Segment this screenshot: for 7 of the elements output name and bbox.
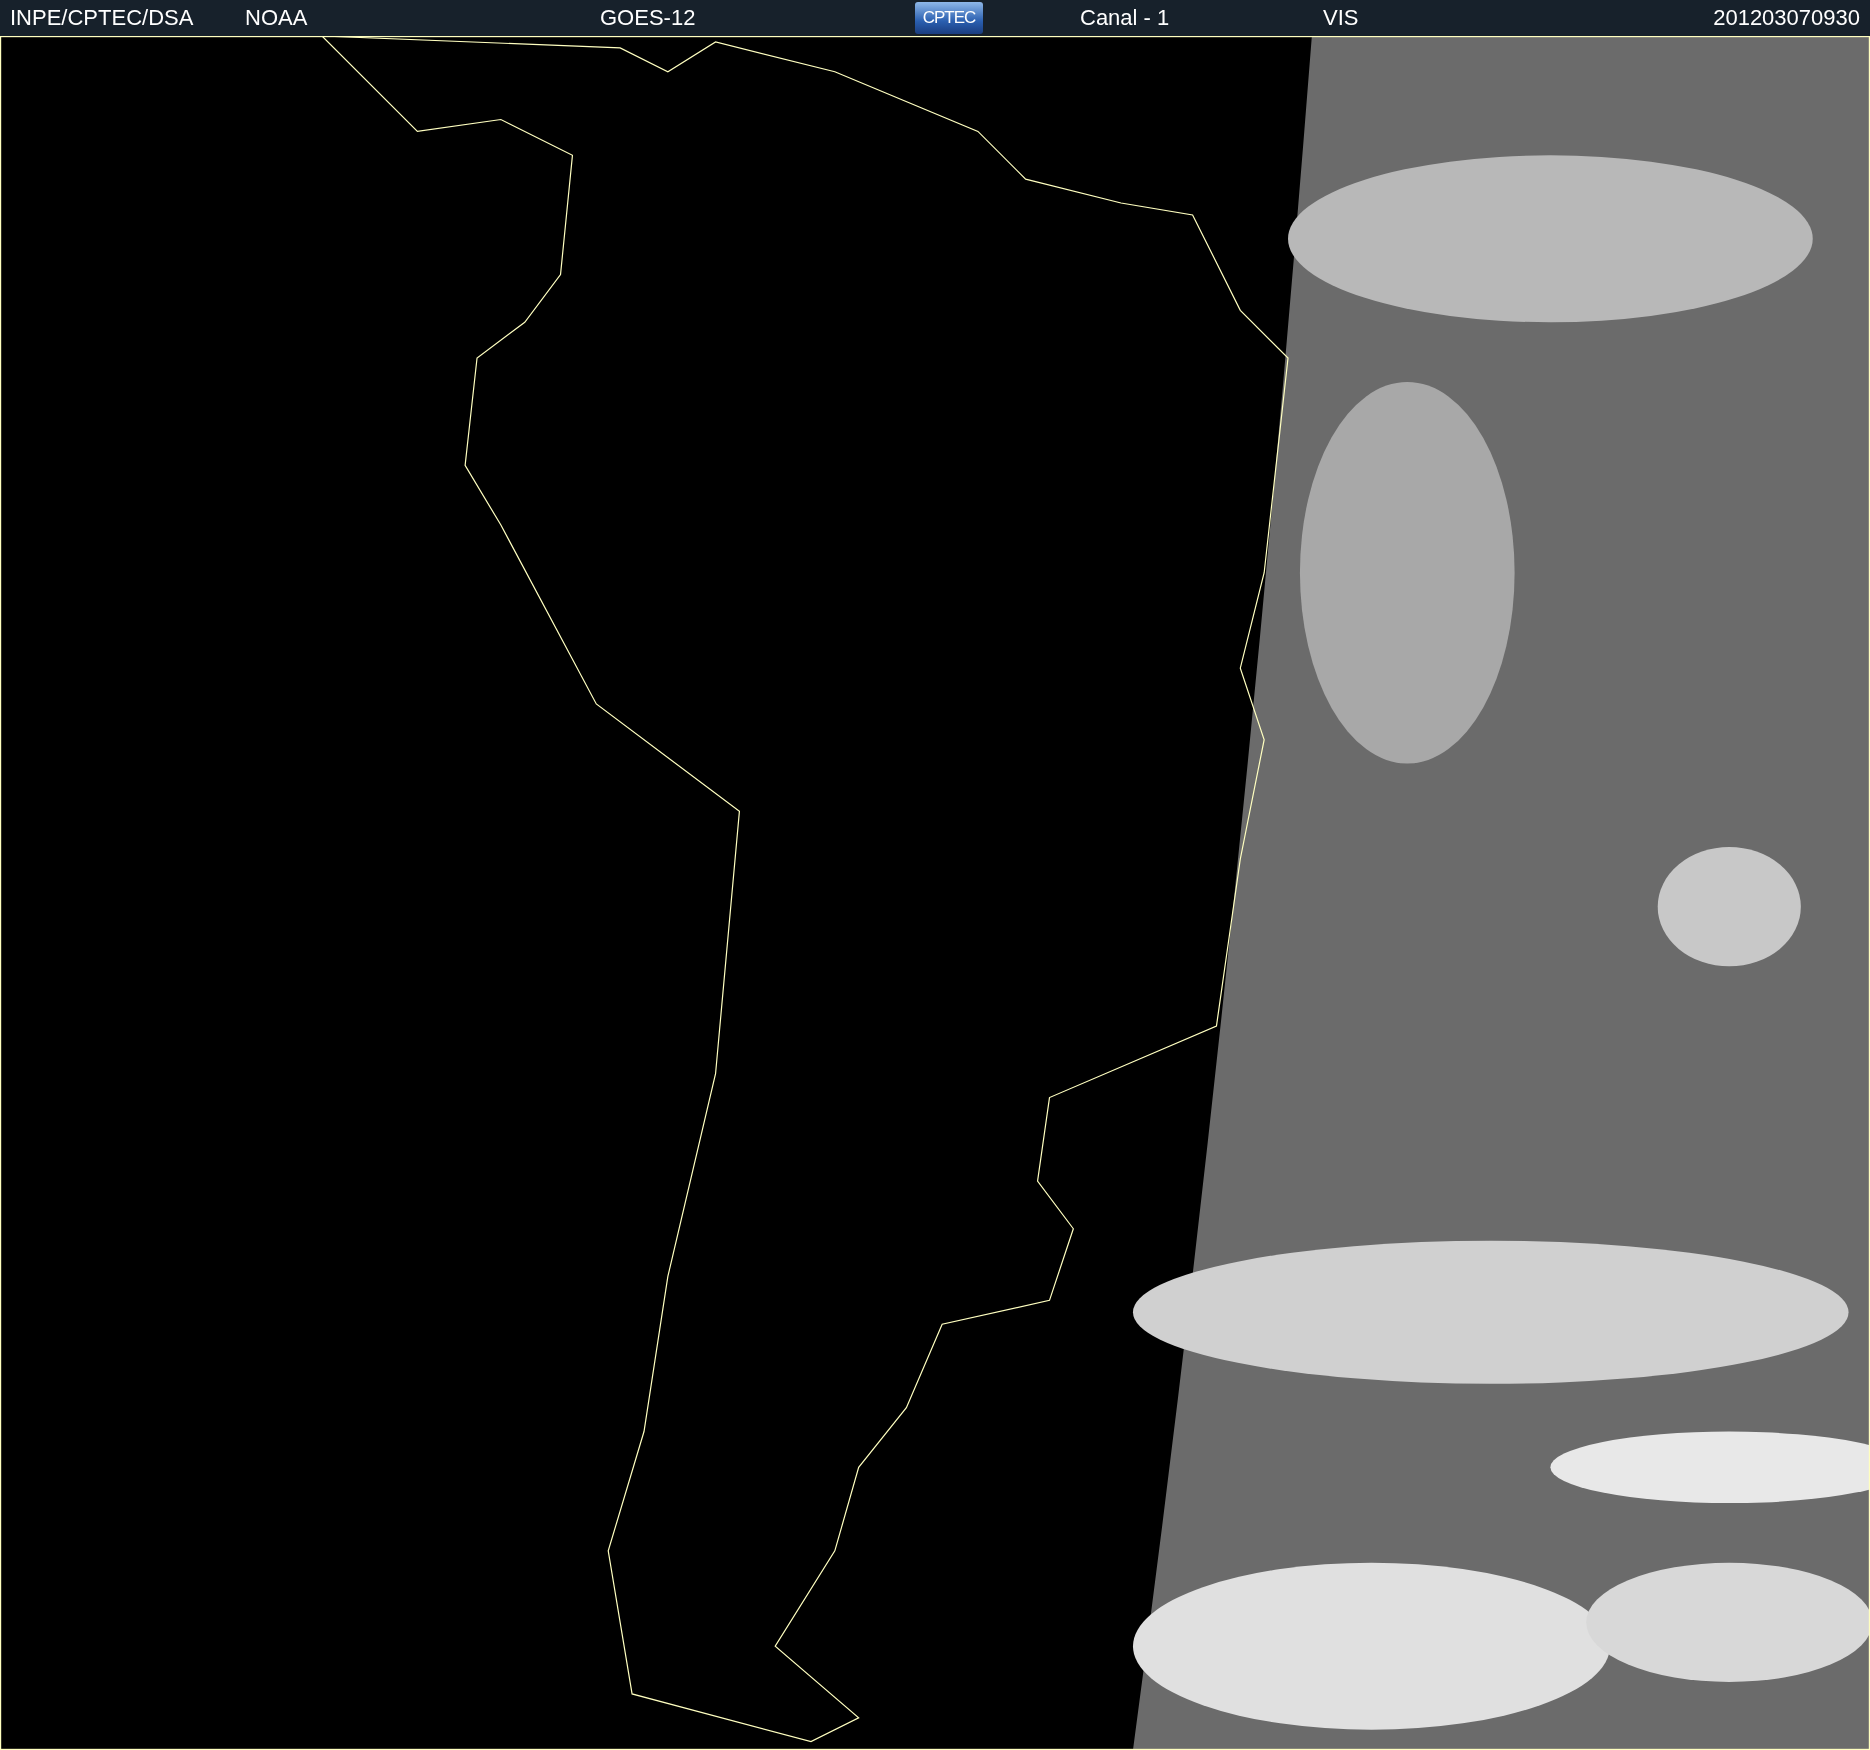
header-label: GOES-12 bbox=[600, 5, 697, 31]
logo: CPTEC bbox=[915, 2, 983, 34]
header-label: VIS bbox=[1323, 5, 1360, 31]
header-label: 201203070930 bbox=[1713, 5, 1860, 31]
header-label: Canal - 1 bbox=[1080, 5, 1171, 31]
header-label: INPE/CPTEC/DSA bbox=[10, 5, 195, 31]
header-label: NOAA bbox=[245, 5, 309, 31]
